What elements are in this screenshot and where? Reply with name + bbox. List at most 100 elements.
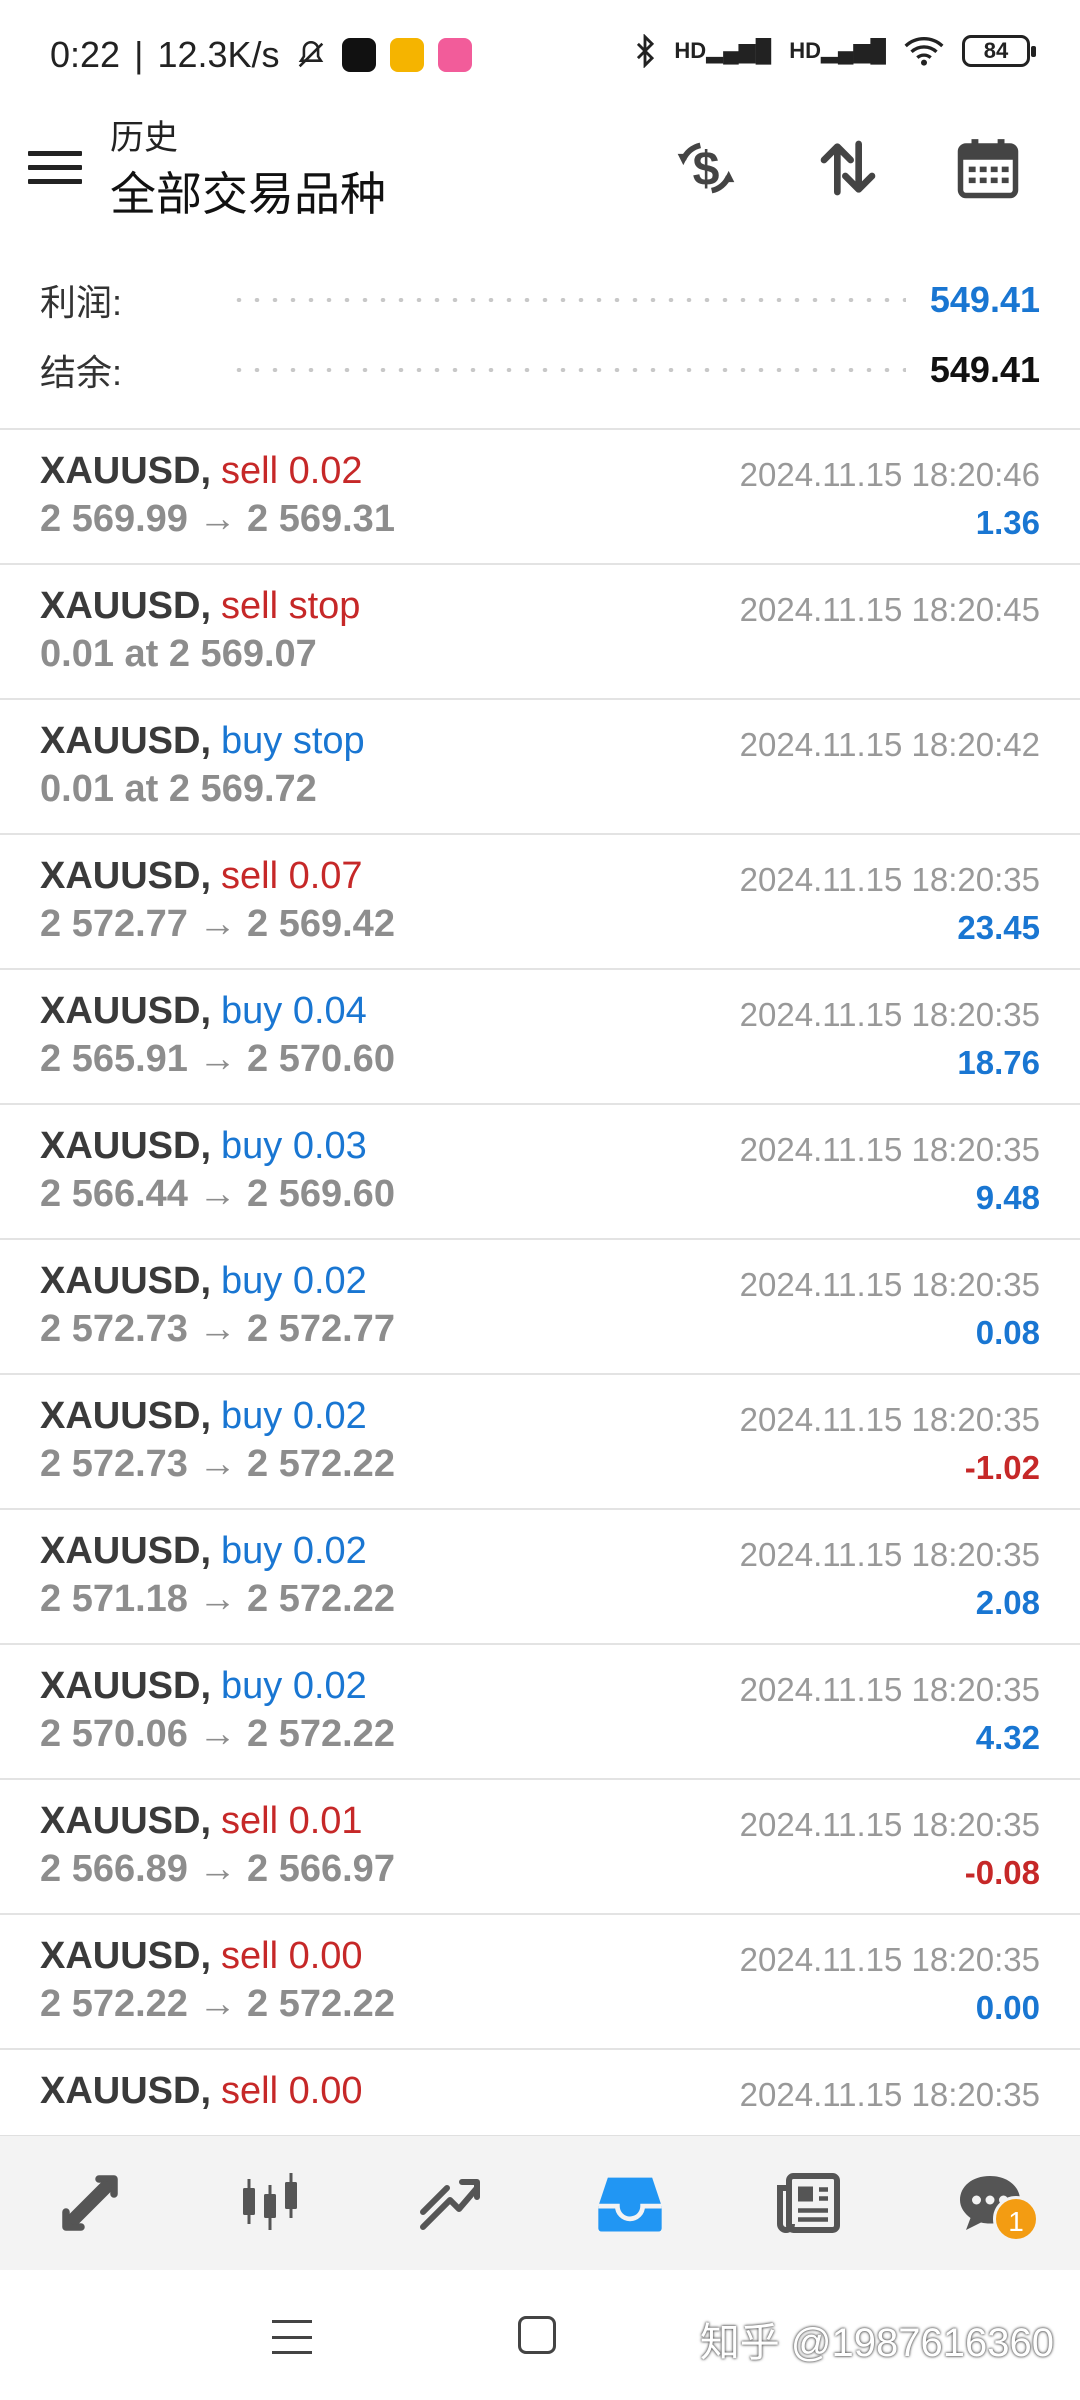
profit-label: 利润: [40,282,123,323]
currency-exchange-icon[interactable]: $ [670,132,742,204]
deal-header: XAUUSD, sell 0.07 [40,855,363,898]
deal-profit: -0.08 [964,1854,1040,1891]
status-divider: | [134,34,144,75]
news-icon[interactable] [755,2148,865,2258]
deal-time: 2024.11.15 18:20:35 [739,1266,1040,1303]
deal-symbol: XAUUSD [40,990,201,1032]
deal-type: buy 0.02 [221,1665,367,1707]
deal-profit: 1.36 [975,504,1040,541]
deal-type: sell 0.02 [221,450,363,492]
deal-row[interactable]: XAUUSD, sell 0.01 2 566.89 → 2 566.97 2024.… [0,1780,1080,1915]
status-bar: 0:22 | 12.3K/s HD▂▄▆█ HD▂▄▆█ 84 [0,0,1080,110]
wifi-icon [904,37,944,66]
status-left: 0:22 | 12.3K/s [50,34,472,76]
deal-row[interactable]: XAUUSD, buy 0.03 2 566.44 → 2 569.60 2024.1… [0,1105,1080,1240]
deal-row[interactable]: XAUUSD, sell 0.07 2 572.77 → 2 569.42 2024.… [0,835,1080,970]
deal-prices: 2 566.44 → 2 569.60 [40,1173,395,1215]
deal-type: buy 0.02 [221,1530,367,1572]
deal-separator: , [200,1665,212,1707]
deal-prices: 2 572.22 → 2 572.22 [40,1983,395,2025]
deal-list[interactable]: XAUUSD, sell 0.02 2 569.99 → 2 569.31 2024.… [0,430,1080,2130]
deal-type: sell 0.07 [221,855,363,897]
deal-header: XAUUSD, buy 0.02 [40,1530,367,1573]
deal-profit: 2.08 [975,1584,1040,1621]
quotes-icon[interactable] [35,2148,145,2258]
deal-symbol: XAUUSD [40,450,201,492]
deal-separator: , [200,2070,212,2112]
hamburger-menu-icon[interactable] [28,140,82,194]
deal-row[interactable]: XAUUSD, sell 0.00 2024.11.15 18:20:35 [0,2050,1080,2130]
chart-icon[interactable] [215,2148,325,2258]
chat-icon[interactable]: 1 [935,2148,1045,2258]
deal-symbol: XAUUSD [40,1395,201,1437]
deal-symbol: XAUUSD [40,1260,201,1302]
deal-header: XAUUSD, sell 0.01 [40,1800,363,1843]
calendar-icon[interactable] [952,132,1024,204]
deal-header: XAUUSD, sell 0.00 [40,2070,363,2113]
deal-symbol: XAUUSD [40,855,201,897]
balance-value: 549.41 [929,349,1040,390]
signal-2-icon: HD▂▄▆█ [789,38,886,63]
deal-row[interactable]: XAUUSD, buy stop 0.01 at 2 569.72 2024.11.1… [0,700,1080,835]
summary-panel: 利润: 549.41 结余: 549.41 [0,260,1080,430]
deal-time: 2024.11.15 18:20:35 [739,1131,1040,1168]
deal-header: XAUUSD, buy 0.02 [40,1665,367,1708]
deal-symbol: XAUUSD [40,585,201,627]
deal-prices: 0.01 at 2 569.07 [40,633,317,675]
deal-row[interactable]: XAUUSD, sell 0.02 2 569.99 → 2 569.31 2024.… [0,430,1080,565]
deal-prices: 2 566.89 → 2 566.97 [40,1848,395,1890]
balance-row: 结余: 549.41 [40,340,1040,400]
bluetooth-icon [637,34,655,68]
deal-type: sell stop [221,585,361,627]
recent-apps-icon[interactable] [272,2320,312,2354]
deal-separator: , [200,585,212,627]
deal-prices: 2 565.91 → 2 570.60 [40,1038,395,1080]
deal-symbol: XAUUSD [40,720,201,762]
history-icon[interactable] [575,2148,685,2258]
deal-separator: , [200,1260,212,1302]
deal-prices: 2 569.99 → 2 569.31 [40,498,395,540]
deal-row[interactable]: XAUUSD, sell stop 0.01 at 2 569.07 2024.11.… [0,565,1080,700]
deal-symbol: XAUUSD [40,2070,201,2112]
sort-icon[interactable] [812,132,884,204]
deal-profit: 4.32 [975,1719,1040,1756]
deal-separator: , [200,1935,212,1977]
deal-row[interactable]: XAUUSD, buy 0.02 2 572.73 → 2 572.77 2024.1… [0,1240,1080,1375]
deal-separator: , [200,450,212,492]
deal-symbol: XAUUSD [40,1125,201,1167]
deal-separator: , [200,1530,212,1572]
deal-profit: 0.08 [975,1314,1040,1351]
deal-header: XAUUSD, sell 0.00 [40,1935,363,1978]
profit-value: 549.41 [929,279,1040,320]
page-title[interactable]: 全部交易品种 [110,158,386,224]
deal-row[interactable]: XAUUSD, buy 0.04 2 565.91 → 2 570.60 2024.1… [0,970,1080,1105]
profit-row: 利润: 549.41 [40,270,1040,330]
deal-header: XAUUSD, sell stop [40,585,360,628]
deal-separator: , [200,1125,212,1167]
deal-row[interactable]: XAUUSD, sell 0.00 2 572.22 → 2 572.22 2024.… [0,1915,1080,2050]
deal-symbol: XAUUSD [40,1665,201,1707]
deal-symbol: XAUUSD [40,1800,201,1842]
deal-time: 2024.11.15 18:20:35 [739,2076,1040,2113]
deal-row[interactable]: XAUUSD, buy 0.02 2 571.18 → 2 572.22 2024.1… [0,1510,1080,1645]
deal-row[interactable]: XAUUSD, buy 0.02 2 570.06 → 2 572.22 2024.1… [0,1645,1080,1780]
status-net-speed: 12.3K/s [157,34,280,75]
system-navigation-bar: 知乎 @1987616360 [0,2270,1080,2400]
deal-header: XAUUSD, buy 0.04 [40,990,367,1033]
deal-header: XAUUSD, buy stop [40,720,365,763]
deal-time: 2024.11.15 18:20:45 [739,591,1040,628]
deal-separator: , [200,1395,212,1437]
deal-time: 2024.11.15 18:20:35 [739,1536,1040,1573]
app-bar: 历史 全部交易品种 $ [0,110,1080,240]
deal-time: 2024.11.15 18:20:35 [739,1806,1040,1843]
watermark: 知乎 @1987616360 [699,2321,1054,2365]
deal-type: sell 0.00 [221,1935,363,1977]
deal-row[interactable]: XAUUSD, buy 0.02 2 572.73 → 2 572.22 2024.1… [0,1375,1080,1510]
chat-badge: 1 [993,2196,1039,2242]
deal-prices: 2 572.73 → 2 572.22 [40,1443,395,1485]
tiktok-icon [341,38,376,72]
trade-icon[interactable] [395,2148,505,2258]
deal-prices: 0.01 at 2 569.72 [40,768,317,810]
home-button-icon[interactable] [518,2316,556,2354]
signal-1-label: HD [674,38,707,63]
